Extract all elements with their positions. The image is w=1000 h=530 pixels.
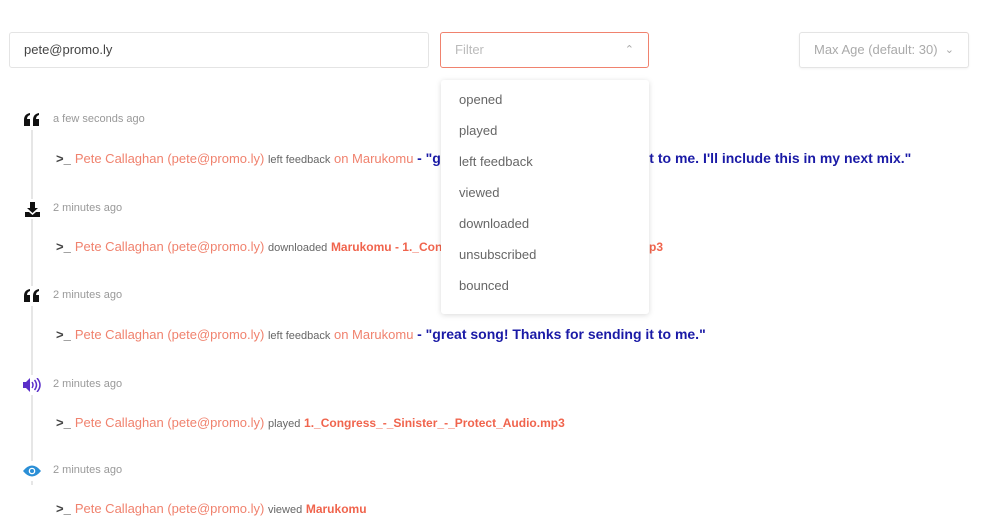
event-object-link[interactable]: 1._Congress_-_Sinister_-_Protect_Audio.m… — [304, 416, 565, 430]
chevron-up-icon: ⌃ — [624, 44, 634, 56]
terminal-prompt-icon: >_ — [56, 327, 71, 342]
max-age-select[interactable]: Max Age (default: 30) ⌄ — [799, 32, 969, 68]
feedback-quote: - "great song! Thanks for sending it to … — [417, 326, 706, 342]
terminal-prompt-icon: >_ — [56, 151, 71, 166]
max-age-placeholder: Max Age (default: 30) — [814, 42, 938, 57]
terminal-prompt-icon: >_ — [56, 239, 71, 254]
filter-option[interactable]: played — [441, 121, 649, 152]
filter-option[interactable]: downloaded — [441, 214, 649, 245]
eye-icon — [22, 461, 42, 481]
terminal-prompt-icon: >_ — [56, 415, 71, 430]
event-user-link[interactable]: Pete Callaghan (pete@promo.ly) — [75, 327, 265, 342]
event-object-link[interactable]: Marukomu — [306, 502, 367, 516]
event-time: 2 minutes ago — [53, 464, 123, 476]
chevron-down-icon: ⌄ — [944, 44, 954, 56]
event-verb: viewed — [267, 504, 303, 516]
event-time: 2 minutes ago — [53, 289, 123, 301]
filter-select[interactable]: Filter ⌃ — [440, 32, 649, 68]
event-user-link[interactable]: Pete Callaghan (pete@promo.ly) — [75, 415, 265, 430]
quote-icon — [22, 110, 42, 130]
terminal-prompt-icon: >_ — [56, 501, 71, 516]
event-verb: played — [267, 418, 301, 430]
filter-placeholder: Filter — [455, 42, 484, 57]
filter-option[interactable]: left feedback — [441, 152, 649, 183]
event-time: 2 minutes ago — [53, 378, 123, 390]
volume-icon — [22, 375, 42, 395]
event-user-link[interactable]: Pete Callaghan (pete@promo.ly) — [75, 239, 265, 254]
event-time: 2 minutes ago — [53, 202, 123, 214]
event-user-link[interactable]: Pete Callaghan (pete@promo.ly) — [75, 151, 265, 166]
filter-dropdown: opened played left feedback viewed downl… — [441, 80, 649, 314]
filter-option[interactable]: viewed — [441, 183, 649, 214]
filter-option[interactable]: opened — [441, 90, 649, 121]
event-verb: downloaded — [267, 242, 328, 254]
event-verb: left feedback — [267, 330, 331, 342]
download-icon — [22, 199, 42, 219]
search-input[interactable]: pete@promo.ly — [9, 32, 429, 68]
event-message: >_ Pete Callaghan (pete@promo.ly) viewed … — [56, 501, 367, 516]
event-verb: left feedback — [267, 154, 331, 166]
event-message: >_ Pete Callaghan (pete@promo.ly) left fe… — [56, 326, 706, 342]
filter-option[interactable]: unsubscribed — [441, 245, 649, 276]
event-object-link[interactable]: on Marukomu — [334, 327, 413, 342]
event-object-link[interactable]: on Marukomu — [334, 151, 413, 166]
event-user-link[interactable]: Pete Callaghan (pete@promo.ly) — [75, 501, 265, 516]
quote-icon — [22, 286, 42, 306]
event-time: a few seconds ago — [53, 113, 145, 125]
event-message: >_ Pete Callaghan (pete@promo.ly) played … — [56, 415, 565, 430]
filter-option[interactable]: bounced — [441, 276, 649, 307]
